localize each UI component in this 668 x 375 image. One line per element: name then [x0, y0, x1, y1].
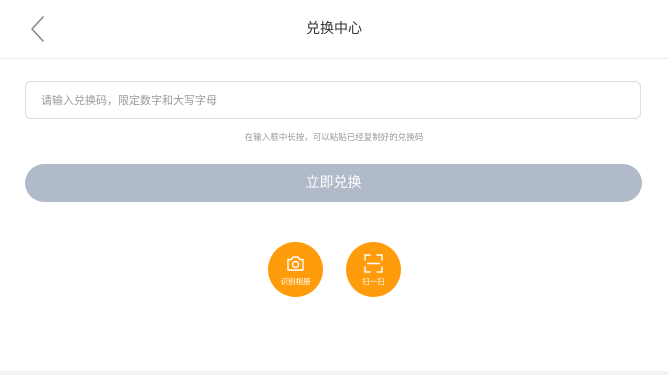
scan-icon — [364, 254, 383, 273]
redeem-center-screen: 兑换中心 在输入框中长按，可以粘贴已经复制好的兑换码 立即兑换 识别相册 扫一扫 — [0, 0, 668, 375]
scan-button[interactable]: 扫一扫 — [346, 242, 401, 297]
scan-label: 扫一扫 — [362, 277, 385, 286]
main-content: 在输入框中长按，可以粘贴已经复制好的兑换码 立即兑换 识别相册 扫一扫 — [0, 59, 668, 371]
recognize-album-button[interactable]: 识别相册 — [268, 242, 323, 297]
redeem-code-input[interactable] — [26, 82, 640, 118]
bottom-divider — [0, 371, 668, 375]
paste-hint-text: 在输入框中长按，可以粘贴已经复制好的兑换码 — [244, 133, 424, 143]
redeem-now-button[interactable]: 立即兑换 — [25, 164, 642, 202]
page-title: 兑换中心 — [306, 21, 362, 37]
code-input-container — [25, 81, 641, 119]
header-bar: 兑换中心 — [0, 0, 668, 59]
recognize-album-label: 识别相册 — [280, 277, 311, 286]
camera-icon — [287, 256, 304, 271]
